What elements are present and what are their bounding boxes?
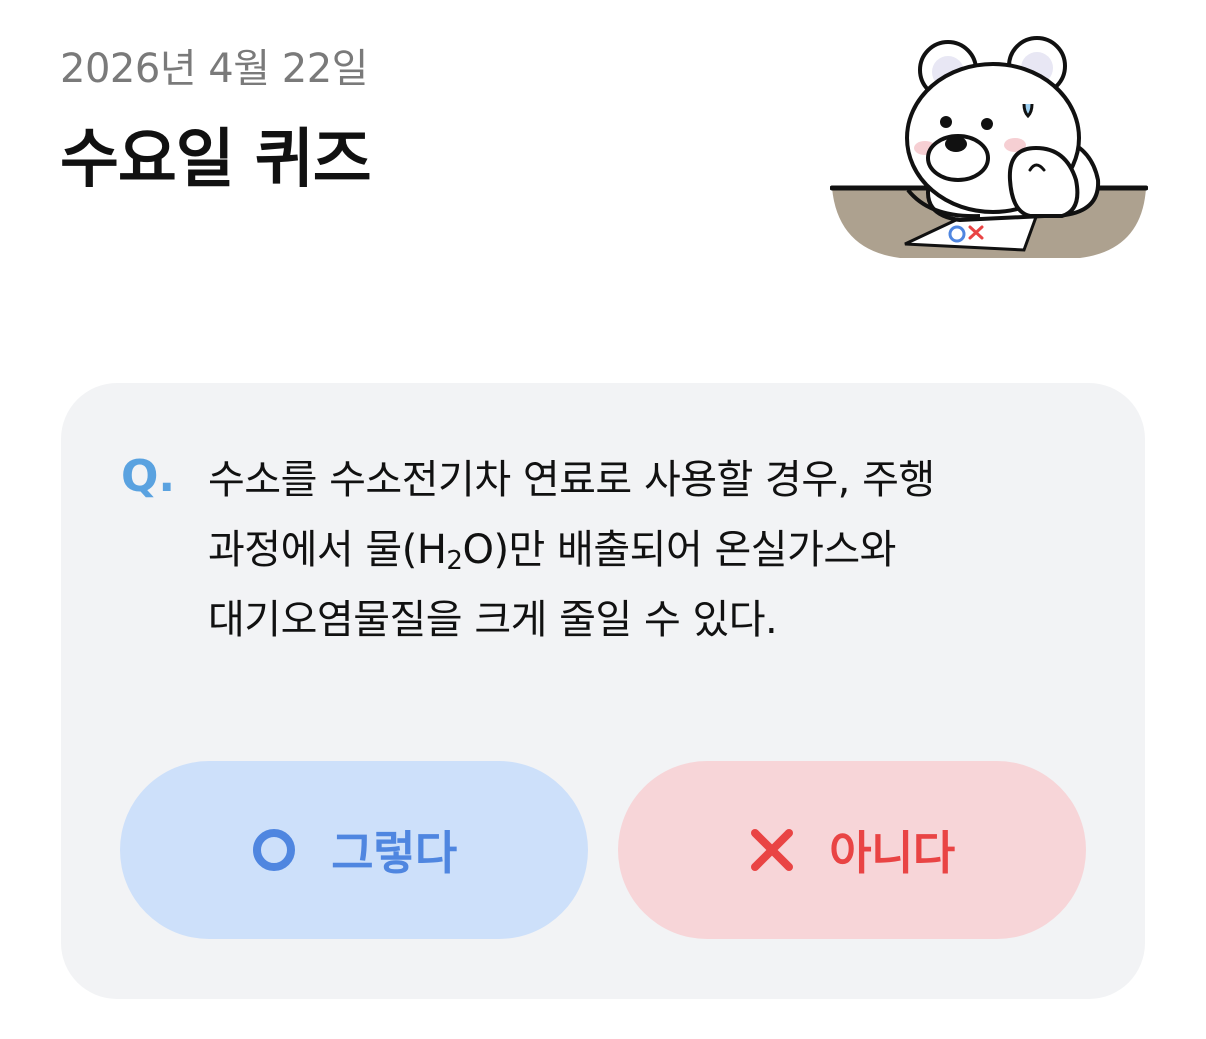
question-line-1: 수소를 수소전기차 연료로 사용할 경우, 주행	[208, 457, 935, 503]
question-text: 수소를 수소전기차 연료로 사용할 경우, 주행 과정에서 물(H2O)만 배출…	[208, 445, 1068, 655]
subscript-two: 2	[446, 546, 463, 576]
answer-no-label: 아니다	[829, 826, 955, 880]
circle-o-icon	[253, 829, 296, 871]
answer-no-button[interactable]: 아니다	[618, 761, 1086, 939]
quiz-card: Q. 수소를 수소전기차 연료로 사용할 경우, 주행 과정에서 물(H2O)만…	[61, 383, 1145, 999]
question-line-2-end: O)만 배출되어 온실가스와	[462, 527, 896, 573]
question-line-2: 과정에서 물(H2O)만 배출되어 온실가스와	[208, 515, 1068, 585]
answer-yes-label: 그렇다	[331, 826, 457, 880]
polar-bear-mascot-icon	[830, 36, 1148, 258]
question-line-2-start: 과정에서 물(H	[208, 527, 447, 573]
answer-yes-button[interactable]: 그렇다	[120, 761, 588, 939]
page-title: 수요일 퀴즈	[60, 123, 372, 197]
x-mark-icon	[751, 829, 794, 871]
quiz-date: 2026년 4월 22일	[60, 46, 368, 92]
question-line-3: 대기오염물질을 크게 줄일 수 있다.	[208, 597, 778, 643]
question-marker: Q.	[121, 451, 176, 502]
